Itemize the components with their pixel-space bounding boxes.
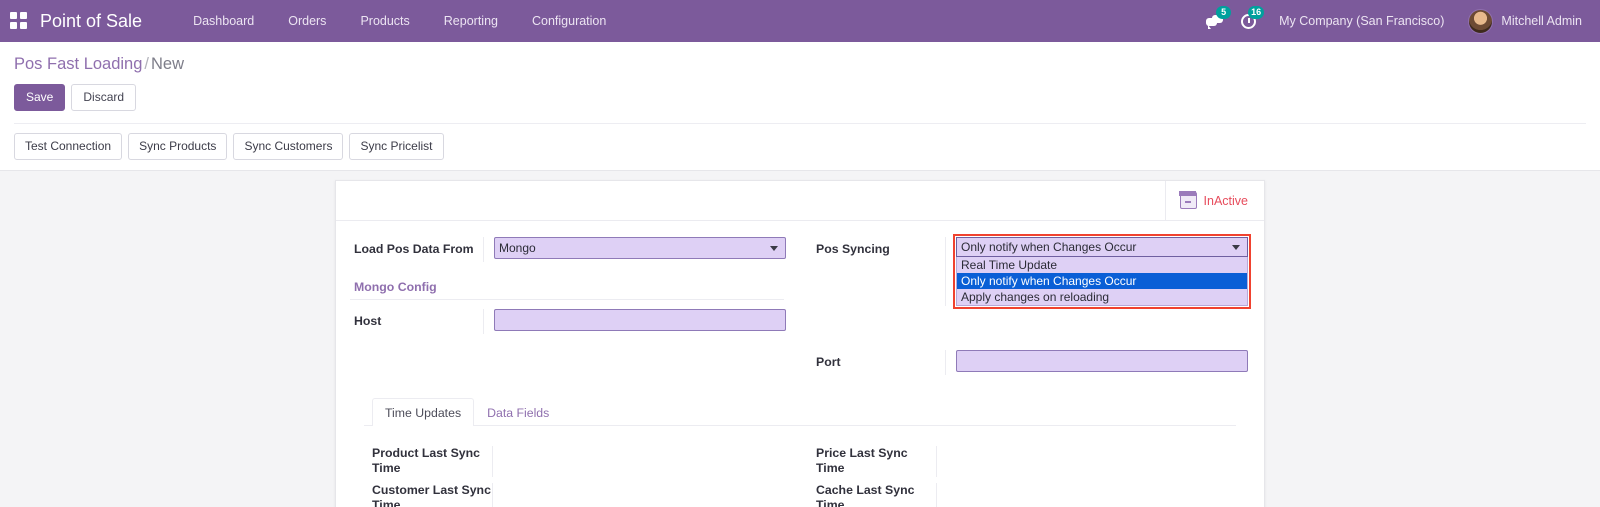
sync-group-right: Price Last Sync Time Cache Last Sync Tim… (800, 446, 1232, 507)
field-label: Host (354, 314, 382, 328)
field-label: Port (816, 355, 841, 369)
menu-item-configuration[interactable]: Configuration (515, 0, 623, 42)
menu-item-dashboard[interactable]: Dashboard (176, 0, 271, 42)
pos-syncing-select[interactable]: Only notify when Changes Occur (956, 237, 1248, 257)
field-product-last-sync-time: Product Last Sync Time (368, 446, 784, 477)
field-load-pos-data-from: Load Pos Data From Mongo (350, 237, 786, 262)
tab-pane-time-updates: Product Last Sync Time Customer Last Syn… (364, 426, 1236, 507)
activities-badge: 16 (1248, 6, 1265, 19)
sync-group-left: Product Last Sync Time Customer Last Syn… (368, 446, 800, 507)
field-value[interactable] (936, 446, 1232, 477)
field-host: Host (350, 309, 786, 334)
messages-menu[interactable]: 5 (1197, 0, 1232, 42)
field-cache-last-sync-time: Cache Last Sync Time (812, 483, 1232, 507)
sync-pricelist-button[interactable]: Sync Pricelist (349, 133, 444, 160)
menu-item-orders[interactable]: Orders (271, 0, 343, 42)
field-customer-last-sync-time: Customer Last Sync Time (368, 483, 784, 507)
field-value: Only notify when Changes Occur Real Time… (945, 234, 1251, 309)
activities-menu[interactable]: 16 (1232, 0, 1265, 42)
apps-grid-dot (20, 12, 27, 19)
object-button-bar: Test Connection Sync Products Sync Custo… (14, 123, 1586, 170)
tab-time-updates[interactable]: Time Updates (372, 398, 475, 426)
form-group-row-1: Load Pos Data From Mongo Mongo Config Ho… (350, 234, 1251, 383)
option-apply-changes-on-reloading[interactable]: Apply changes on reloading (957, 289, 1247, 305)
avatar (1468, 8, 1494, 34)
option-real-time-update[interactable]: Real Time Update (957, 257, 1247, 273)
chevron-down-icon (770, 246, 778, 251)
field-label: Product Last Sync Time (372, 446, 480, 475)
save-button[interactable]: Save (14, 84, 66, 111)
user-name-label: Mitchell Admin (1501, 14, 1582, 28)
menu-item-reporting[interactable]: Reporting (427, 0, 515, 42)
option-only-notify-when-changes-occur[interactable]: Only notify when Changes Occur (957, 273, 1247, 289)
control-panel: Pos Fast Loading / New Save Discard Test C… (0, 42, 1600, 170)
field-value (483, 309, 786, 334)
apps-grid-dot (10, 12, 17, 19)
apps-grid-icon[interactable] (10, 12, 28, 30)
breadcrumb-current: New (151, 55, 185, 73)
tab-data-fields[interactable]: Data Fields (474, 398, 562, 426)
record-actions: Save Discard (14, 84, 1586, 123)
status-badge: InActive (1203, 193, 1248, 208)
test-connection-button[interactable]: Test Connection (14, 133, 123, 160)
main-menu: Dashboard Orders Products Reporting Conf… (176, 0, 623, 42)
discard-button[interactable]: Discard (71, 84, 137, 111)
archive-box-icon (1178, 191, 1197, 209)
field-value[interactable] (936, 483, 1232, 507)
form-group-left: Load Pos Data From Mongo Mongo Config Ho… (350, 237, 800, 383)
app-brand-title[interactable]: Point of Sale (40, 11, 142, 32)
apps-grid-dot (10, 22, 17, 29)
load-pos-data-from-select[interactable]: Mongo (494, 237, 786, 259)
field-value (945, 350, 1250, 375)
menu-item-products[interactable]: Products (343, 0, 426, 42)
notebook-tabs: Time Updates Data Fields (364, 397, 1236, 426)
field-label: Customer Last Sync Time (372, 483, 491, 507)
field-value[interactable] (492, 483, 784, 507)
field-label: Pos Syncing (816, 242, 890, 256)
top-navbar: Point of Sale Dashboard Orders Products … (0, 0, 1600, 42)
form-body: Load Pos Data From Mongo Mongo Config Ho… (336, 221, 1264, 507)
field-price-last-sync-time: Price Last Sync Time (812, 446, 1232, 477)
field-value: Mongo (483, 237, 786, 262)
messages-badge: 5 (1216, 6, 1232, 19)
field-port: Port (812, 350, 1250, 375)
apps-grid-dot (20, 22, 27, 29)
breadcrumb-root[interactable]: Pos Fast Loading (14, 55, 142, 73)
navbar-right-section: 5 16 My Company (San Francisco) Mitchell… (1197, 0, 1586, 42)
user-menu[interactable]: Mitchell Admin (1458, 8, 1586, 34)
sync-products-button[interactable]: Sync Products (128, 133, 228, 160)
form-background: InActive Load Pos Data From Mongo Mongo … (0, 170, 1600, 507)
host-input[interactable] (494, 309, 786, 331)
company-switcher[interactable]: My Company (San Francisco) (1265, 14, 1458, 28)
stat-button-box: InActive (336, 180, 1264, 221)
form-group-right: Pos Syncing Only notify when Changes Occ… (800, 234, 1251, 383)
breadcrumb-separator: / (144, 55, 150, 73)
form-sheet: InActive Load Pos Data From Mongo Mongo … (335, 180, 1265, 507)
port-input[interactable] (956, 350, 1248, 372)
pos-syncing-option-list: Real Time Update Only notify when Change… (956, 257, 1248, 306)
field-label: Load Pos Data From (354, 242, 474, 256)
load-pos-data-from-value: Mongo (499, 241, 536, 255)
notebook: Time Updates Data Fields Product Last Sy… (364, 397, 1236, 507)
sync-times-row-1: Product Last Sync Time Customer Last Syn… (368, 446, 1232, 507)
pos-syncing-value: Only notify when Changes Occur (961, 240, 1137, 254)
breadcrumb: Pos Fast Loading / New (14, 42, 1586, 74)
mongo-config-section-header: Mongo Config (350, 270, 784, 300)
sync-customers-button[interactable]: Sync Customers (233, 133, 344, 160)
field-value[interactable] (492, 446, 784, 477)
field-pos-syncing: Pos Syncing Only notify when Changes Occ… (812, 234, 1251, 309)
archive-status-button[interactable]: InActive (1164, 180, 1264, 221)
pos-syncing-select-wrapper: Only notify when Changes Occur Real Time… (953, 234, 1251, 309)
field-label: Cache Last Sync Time (816, 483, 915, 507)
field-label: Price Last Sync Time (816, 446, 908, 475)
chevron-down-icon (1232, 245, 1240, 250)
